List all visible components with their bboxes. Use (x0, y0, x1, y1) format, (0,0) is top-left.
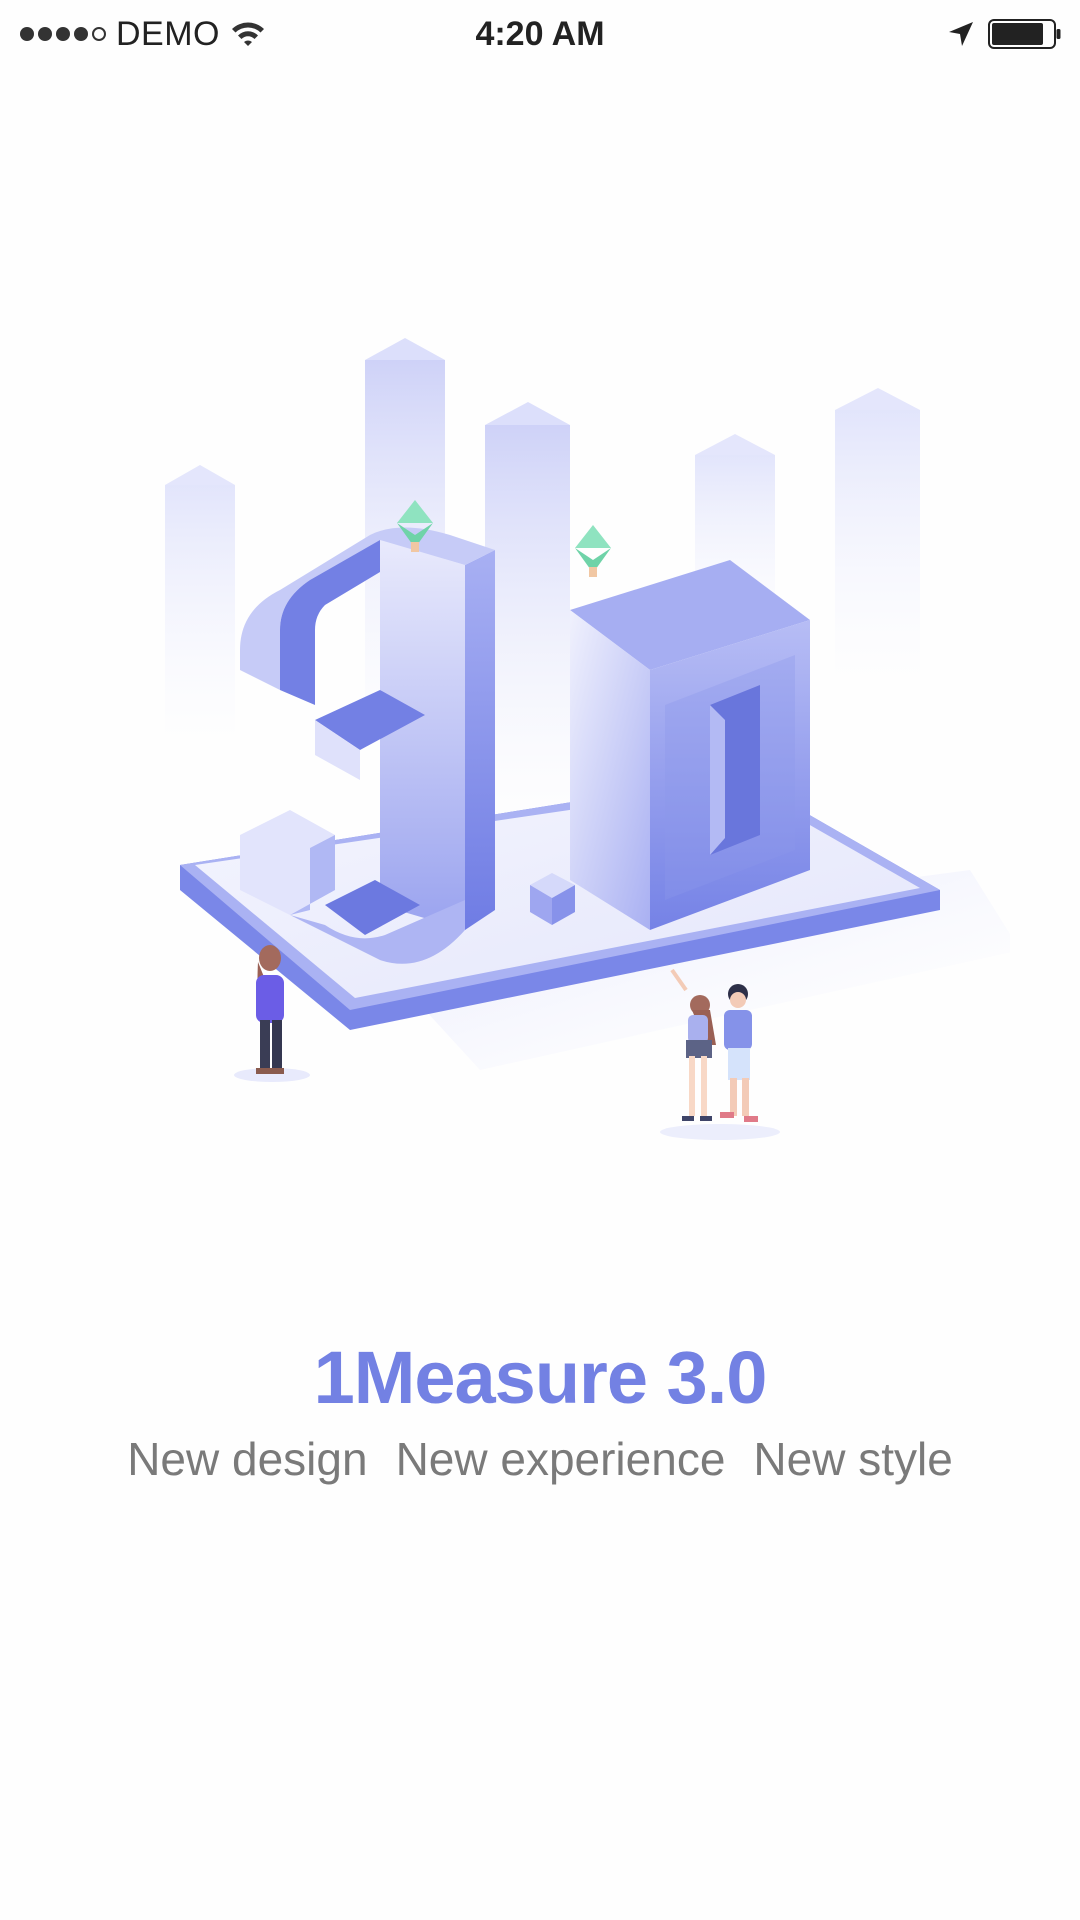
app-title: 1Measure 3.0 (313, 1336, 768, 1419)
status-bar: DEMO 4:20 AM (0, 0, 1080, 70)
tagline-design: New design (127, 1433, 368, 1485)
tree-icon (575, 525, 611, 577)
tagline-style: New style (753, 1433, 953, 1485)
isometric-3d-illustration (165, 338, 1010, 1140)
splash-screen: DEMO 4:20 AM 1Measure 3.0 New design New… (0, 0, 1080, 1920)
digit-zero (570, 560, 810, 930)
status-right (948, 14, 1062, 54)
location-arrow-icon (949, 22, 973, 46)
tagline-row: New design New experience New style (0, 1432, 1080, 1486)
battery-icon (988, 19, 1061, 49)
status-time: 4:20 AM (475, 15, 605, 53)
tagline-experience: New experience (395, 1433, 726, 1485)
